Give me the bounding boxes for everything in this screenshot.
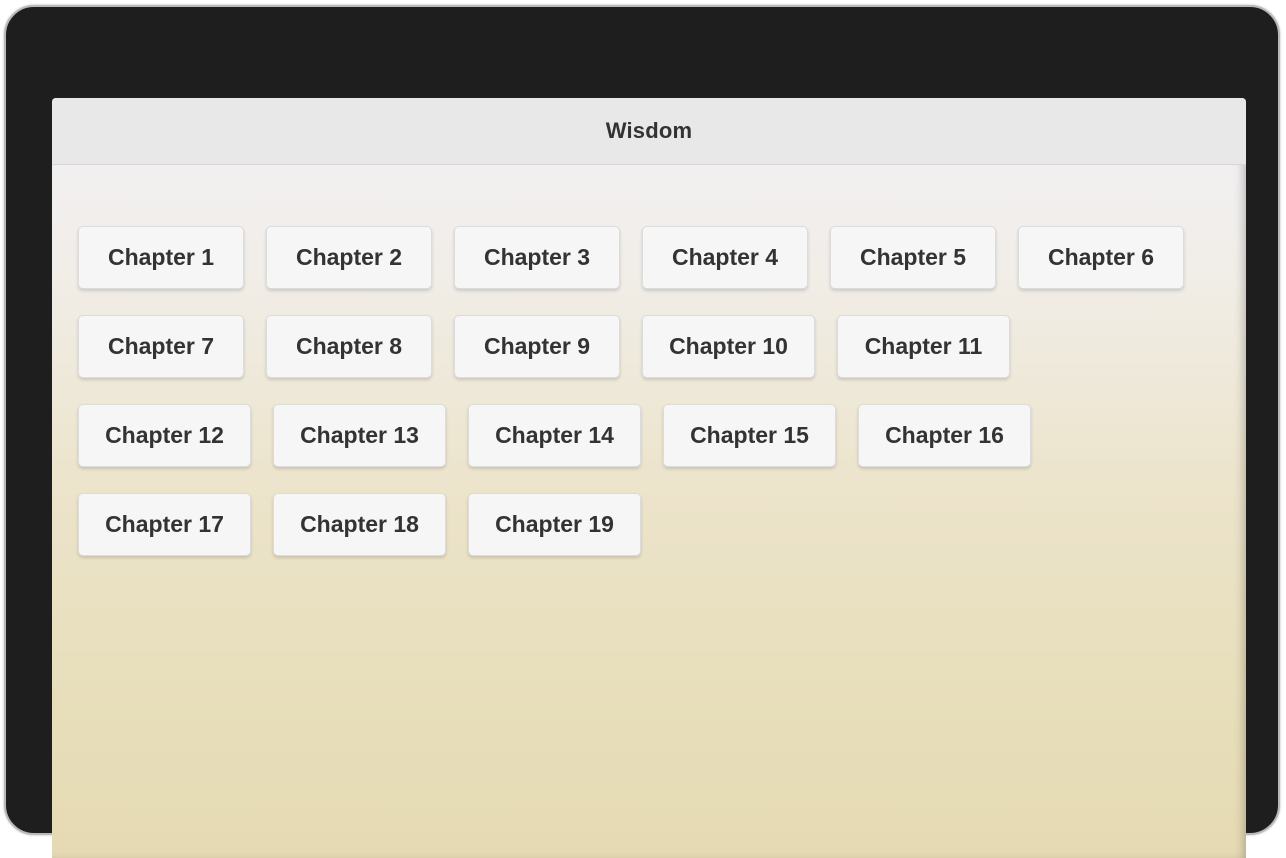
chapter-5-button[interactable]: Chapter 5 <box>830 226 996 289</box>
chapter-1-button[interactable]: Chapter 1 <box>78 226 244 289</box>
chapter-row: Chapter 17 Chapter 18 Chapter 19 <box>78 493 1218 556</box>
chapter-6-button[interactable]: Chapter 6 <box>1018 226 1184 289</box>
app-header: Wisdom <box>52 98 1246 165</box>
chapter-18-button[interactable]: Chapter 18 <box>273 493 446 556</box>
chapter-10-button[interactable]: Chapter 10 <box>642 315 815 378</box>
chapter-13-button[interactable]: Chapter 13 <box>273 404 446 467</box>
chapter-row: Chapter 1 Chapter 2 Chapter 3 Chapter 4 … <box>78 226 1218 289</box>
chapter-row: Chapter 7 Chapter 8 Chapter 9 Chapter 10… <box>78 315 1218 378</box>
chapter-11-button[interactable]: Chapter 11 <box>837 315 1010 378</box>
chapter-8-button[interactable]: Chapter 8 <box>266 315 432 378</box>
chapter-list: Chapter 1 Chapter 2 Chapter 3 Chapter 4 … <box>78 226 1218 556</box>
chapter-9-button[interactable]: Chapter 9 <box>454 315 620 378</box>
chapter-row: Chapter 12 Chapter 13 Chapter 14 Chapter… <box>78 404 1218 467</box>
chapter-4-button[interactable]: Chapter 4 <box>642 226 808 289</box>
chapter-14-button[interactable]: Chapter 14 <box>468 404 641 467</box>
tablet-frame: Wisdom Chapter 1 Chapter 2 Chapter 3 Cha… <box>4 5 1280 858</box>
chapter-19-button[interactable]: Chapter 19 <box>468 493 641 556</box>
chapter-15-button[interactable]: Chapter 15 <box>663 404 836 467</box>
chapter-17-button[interactable]: Chapter 17 <box>78 493 251 556</box>
chapter-2-button[interactable]: Chapter 2 <box>266 226 432 289</box>
chapter-16-button[interactable]: Chapter 16 <box>858 404 1031 467</box>
chapter-7-button[interactable]: Chapter 7 <box>78 315 244 378</box>
app-screen: Wisdom Chapter 1 Chapter 2 Chapter 3 Cha… <box>52 98 1246 858</box>
page-title: Wisdom <box>605 118 693 143</box>
chapter-12-button[interactable]: Chapter 12 <box>78 404 251 467</box>
chapter-3-button[interactable]: Chapter 3 <box>454 226 620 289</box>
